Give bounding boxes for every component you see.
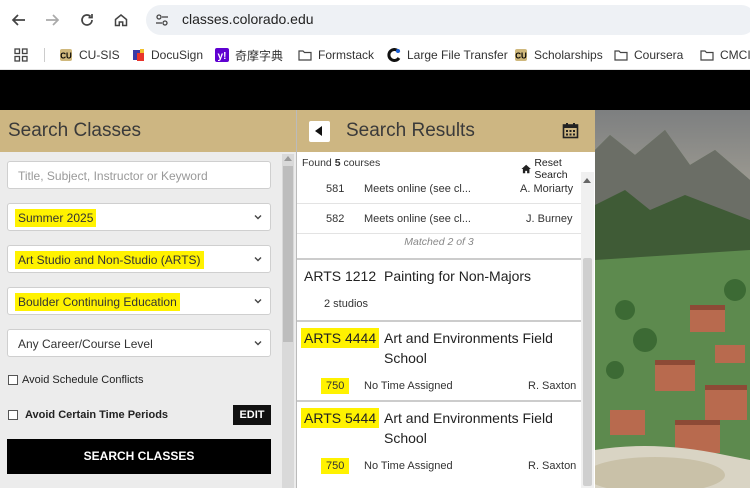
back-button[interactable] bbox=[309, 121, 330, 142]
globus-icon bbox=[387, 48, 401, 62]
section-row[interactable]: 582 Meets online (see cl... J. Burney bbox=[297, 204, 581, 234]
reload-icon[interactable] bbox=[76, 9, 98, 31]
campus-background-photo bbox=[595, 110, 750, 488]
home-icon[interactable] bbox=[110, 9, 132, 31]
folder-icon bbox=[298, 50, 312, 61]
bookmark-formstack[interactable]: Formstack bbox=[298, 47, 374, 63]
career-level-select[interactable]: Any Career/Course Level bbox=[7, 329, 271, 357]
bookmark-large-file-transfer[interactable]: Large File Transfer bbox=[387, 47, 508, 63]
bookmark-cmci[interactable]: CMCI bbox=[700, 47, 750, 63]
avoid-conflicts-checkbox[interactable] bbox=[8, 375, 18, 385]
apps-grid-icon[interactable] bbox=[14, 47, 34, 63]
folder-icon bbox=[614, 50, 628, 61]
svg-text:CU: CU bbox=[515, 52, 527, 61]
search-results-panel: Search Results Found 5 courses Reset Sea… bbox=[296, 110, 595, 488]
course-code: ARTS 4444 bbox=[301, 328, 380, 348]
svg-text:CU: CU bbox=[60, 52, 72, 61]
course-code: ARTS 5444 bbox=[301, 408, 380, 428]
campus-photo-illustration bbox=[595, 110, 750, 488]
section-number: 750 bbox=[321, 378, 350, 394]
chevron-down-icon bbox=[254, 341, 262, 346]
site-top-bar bbox=[0, 70, 750, 110]
svg-text:y!: y! bbox=[218, 51, 227, 62]
course-card[interactable]: ARTS 1212 Painting for Non-Majors 2 stud… bbox=[297, 258, 581, 322]
forward-arrow-icon[interactable] bbox=[41, 9, 63, 31]
site-settings-icon[interactable] bbox=[154, 12, 170, 28]
scroll-thumb[interactable] bbox=[583, 258, 592, 486]
section-number: 582 bbox=[326, 213, 345, 225]
course-card[interactable]: ARTS 4444 Art and Environments Field Sch… bbox=[297, 320, 581, 402]
panel-title: Search Classes bbox=[8, 120, 142, 141]
results-count: Found 5 courses bbox=[302, 157, 381, 169]
back-arrow-icon[interactable] bbox=[8, 9, 30, 31]
results-count-number: 5 bbox=[334, 157, 341, 169]
panel-title: Search Results bbox=[346, 120, 475, 141]
keyword-search-input[interactable]: Title, Subject, Instructor or Keyword bbox=[7, 161, 271, 189]
bookmark-coursera[interactable]: Coursera bbox=[614, 47, 683, 63]
section-meeting: No Time Assigned bbox=[364, 380, 453, 392]
browser-toolbar: classes.colorado.edu bbox=[0, 0, 750, 40]
career-value: Any Career/Course Level bbox=[18, 337, 153, 351]
avoid-conflicts-option[interactable]: Avoid Schedule Conflicts bbox=[8, 374, 143, 386]
course-title: Art and Environments Field School bbox=[384, 410, 553, 446]
section-instructor: A. Moriarty bbox=[520, 183, 574, 195]
url-text[interactable]: classes.colorado.edu bbox=[182, 11, 314, 27]
bookmark-scholarships[interactable]: CU Scholarships bbox=[514, 47, 603, 63]
section-meeting: Meets online (see cl... bbox=[364, 183, 471, 195]
term-value: Summer 2025 bbox=[15, 209, 97, 227]
chevron-down-icon bbox=[254, 299, 262, 304]
section-number: 581 bbox=[326, 183, 345, 195]
cu-logo-icon: CU bbox=[60, 49, 72, 61]
bookmark-cu-sis[interactable]: CU CU-SIS bbox=[59, 47, 120, 63]
avoid-periods-label: Avoid Certain Time Periods bbox=[25, 409, 169, 421]
chevron-down-icon bbox=[254, 257, 262, 262]
yahoo-icon: y! bbox=[215, 48, 229, 62]
campus-select[interactable]: Boulder Continuing Education bbox=[7, 287, 271, 315]
results-scrollbar[interactable] bbox=[581, 172, 594, 488]
bookmark-docusign[interactable]: DocuSign bbox=[131, 47, 203, 63]
results-list[interactable]: 581 Meets online (see cl... A. Moriarty … bbox=[297, 172, 581, 488]
subject-select[interactable]: Art Studio and Non-Studio (ARTS) bbox=[7, 245, 271, 273]
scroll-up-arrow-icon[interactable] bbox=[284, 156, 292, 161]
avoid-periods-option[interactable]: Avoid Certain Time Periods bbox=[8, 409, 168, 421]
bookmarks-divider bbox=[44, 48, 45, 62]
search-classes-header: Search Classes bbox=[0, 110, 296, 152]
section-instructor: J. Burney bbox=[526, 213, 573, 225]
keyword-placeholder: Title, Subject, Instructor or Keyword bbox=[18, 169, 208, 183]
left-scrollbar[interactable] bbox=[282, 154, 294, 488]
section-instructor: R. Saxton bbox=[528, 380, 577, 392]
search-classes-panel: Search Classes Title, Subject, Instructo… bbox=[0, 110, 296, 488]
course-code: ARTS 1212 bbox=[304, 268, 377, 284]
matched-sections-text: Matched 2 of 3 bbox=[404, 236, 474, 248]
address-bar[interactable]: classes.colorado.edu bbox=[146, 5, 750, 35]
term-select[interactable]: Summer 2025 bbox=[7, 203, 271, 231]
folder-icon bbox=[700, 50, 714, 61]
course-title: Painting for Non-Majors bbox=[384, 268, 532, 284]
cu-logo-icon: CU bbox=[515, 49, 527, 61]
docusign-icon bbox=[133, 49, 144, 61]
scroll-thumb[interactable] bbox=[283, 166, 293, 342]
course-card[interactable]: ARTS 5444 Art and Environments Field Sch… bbox=[297, 400, 581, 488]
section-meeting: No Time Assigned bbox=[364, 460, 453, 472]
section-number: 750 bbox=[321, 458, 350, 474]
chevron-down-icon bbox=[254, 215, 262, 220]
bookmarks-bar: CU CU-SIS DocuSign y! 奇摩字典 Formstack Lar… bbox=[0, 40, 750, 70]
calendar-icon[interactable] bbox=[562, 122, 579, 139]
section-instructor: R. Saxton bbox=[528, 460, 577, 472]
section-row[interactable]: 581 Meets online (see cl... A. Moriarty bbox=[297, 174, 581, 204]
section-meeting: Meets online (see cl... bbox=[364, 213, 471, 225]
campus-value: Boulder Continuing Education bbox=[15, 293, 180, 311]
avoid-periods-checkbox[interactable] bbox=[8, 410, 18, 420]
studio-count: 2 studios bbox=[324, 298, 369, 310]
subject-value: Art Studio and Non-Studio (ARTS) bbox=[15, 251, 204, 269]
scroll-up-arrow-icon[interactable] bbox=[583, 178, 591, 183]
course-title: Art and Environments Field School bbox=[384, 330, 553, 366]
bookmark-yahoo-dictionary[interactable]: y! 奇摩字典 bbox=[215, 47, 283, 63]
search-results-header: Search Results bbox=[297, 110, 595, 152]
edit-time-periods-button[interactable]: EDIT bbox=[233, 405, 271, 425]
avoid-conflicts-label: Avoid Schedule Conflicts bbox=[22, 374, 144, 386]
search-classes-button[interactable]: SEARCH CLASSES bbox=[7, 439, 271, 474]
